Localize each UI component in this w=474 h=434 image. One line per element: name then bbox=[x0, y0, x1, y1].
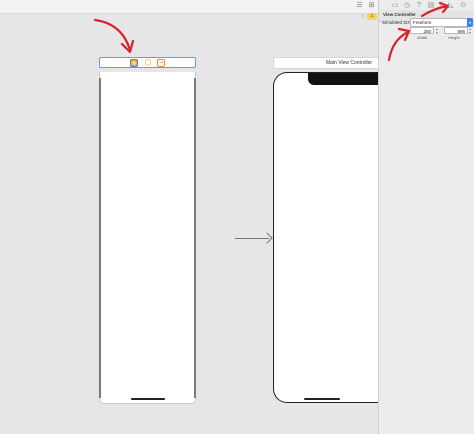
simulated-size-select[interactable]: Freeform ▾ bbox=[410, 18, 473, 27]
height-stepper[interactable]: ▲ ▼ bbox=[468, 27, 472, 35]
attributes-icon[interactable]: ⇩ bbox=[437, 2, 445, 10]
connections-icon[interactable]: ⊙ bbox=[459, 2, 467, 10]
library-icon[interactable]: ☰ bbox=[355, 2, 364, 10]
quick-help-icon[interactable]: ? bbox=[415, 2, 423, 10]
width-stepper[interactable]: ▲ ▼ bbox=[435, 27, 439, 35]
section-title: View Controller bbox=[383, 12, 416, 17]
height-field[interactable]: 896 bbox=[444, 27, 468, 34]
history-icon[interactable]: ◷ bbox=[403, 2, 411, 10]
main-scene-title-bar[interactable]: Main View Controller bbox=[273, 57, 383, 69]
chevron-down-icon: ▾ bbox=[467, 18, 473, 27]
exit-icon[interactable]: ⇥ bbox=[157, 59, 165, 67]
size-inspector-icon[interactable]: ◺ bbox=[447, 2, 455, 10]
width-field[interactable]: 250 bbox=[410, 27, 434, 34]
freeform-scene-view[interactable] bbox=[99, 72, 196, 404]
home-indicator bbox=[131, 398, 165, 400]
simulated-size-value: Freeform bbox=[413, 20, 432, 25]
main-scene-title: Main View Controller bbox=[326, 60, 373, 66]
identity-icon[interactable]: ▤ bbox=[427, 2, 435, 10]
height-caption: Height bbox=[448, 35, 460, 40]
first-responder-icon[interactable]: ⬡ bbox=[144, 59, 152, 67]
device-notch bbox=[308, 73, 383, 85]
width-caption: Width bbox=[417, 35, 428, 40]
scene-dock-bar[interactable]: ⬡ ⇥ bbox=[99, 57, 196, 68]
view-controller-icon[interactable] bbox=[130, 59, 138, 67]
inspector-panel: ▭ ◷ ? ▤ ⇩ ◺ ⊙ bbox=[378, 0, 474, 434]
home-indicator bbox=[304, 398, 340, 400]
main-scene-view[interactable] bbox=[273, 72, 383, 403]
simulated-size-label: Simulated Size bbox=[382, 20, 413, 25]
file-inspector-icon[interactable]: ▭ bbox=[391, 2, 399, 10]
add-editor-icon[interactable]: ⊞ bbox=[367, 2, 376, 10]
warning-badge[interactable]: ⚠ bbox=[367, 13, 377, 20]
